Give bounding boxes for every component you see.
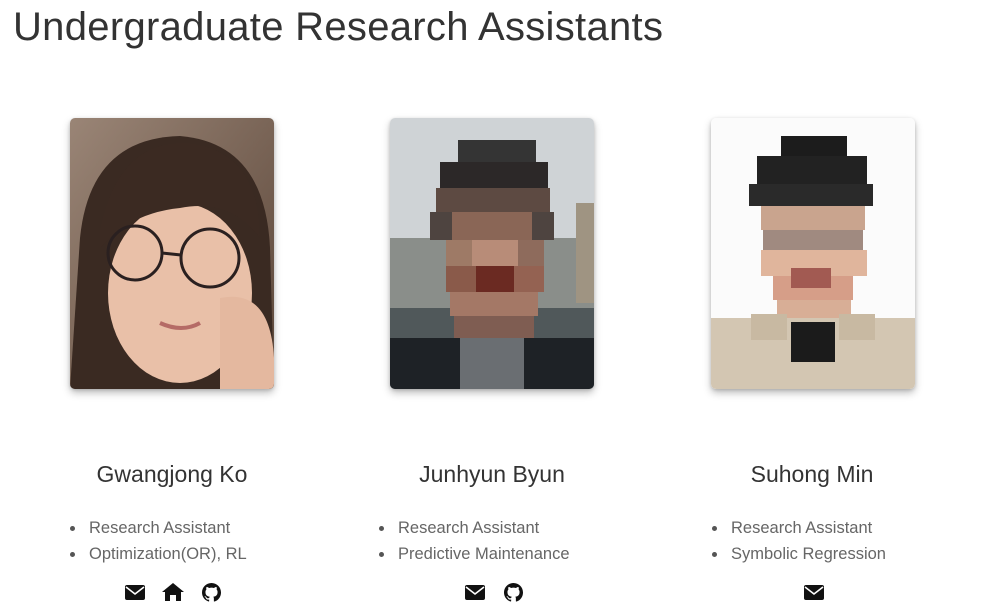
member-name: Gwangjong Ko	[96, 461, 248, 487]
member-photo	[711, 118, 915, 389]
github-icon[interactable]	[501, 582, 525, 602]
member-name: Junhyun Byun	[419, 461, 565, 487]
email-icon[interactable]	[463, 582, 487, 602]
role-item: Research Assistant	[70, 515, 247, 541]
member-links	[123, 582, 223, 602]
role-item: Symbolic Regression	[712, 541, 886, 567]
home-icon[interactable]	[161, 582, 185, 602]
github-icon[interactable]	[199, 582, 223, 602]
member-photo	[70, 118, 274, 389]
member-roles: Research Assistant Symbolic Regression	[712, 515, 886, 567]
section-title: Undergraduate Research Assistants	[13, 5, 664, 49]
role-item: Predictive Maintenance	[379, 541, 570, 567]
email-icon[interactable]	[123, 582, 147, 602]
page: Undergraduate Research Assistants Gwangj…	[0, 0, 982, 611]
member-roles: Research Assistant Optimization(OR), RL	[70, 515, 247, 567]
member-name: Suhong Min	[750, 461, 874, 487]
member-links	[802, 582, 826, 602]
email-icon[interactable]	[802, 582, 826, 602]
member-photo	[390, 118, 594, 389]
role-item: Research Assistant	[712, 515, 886, 541]
role-item: Optimization(OR), RL	[70, 541, 247, 567]
role-item: Research Assistant	[379, 515, 570, 541]
member-roles: Research Assistant Predictive Maintenanc…	[379, 515, 570, 567]
member-links	[463, 582, 525, 602]
